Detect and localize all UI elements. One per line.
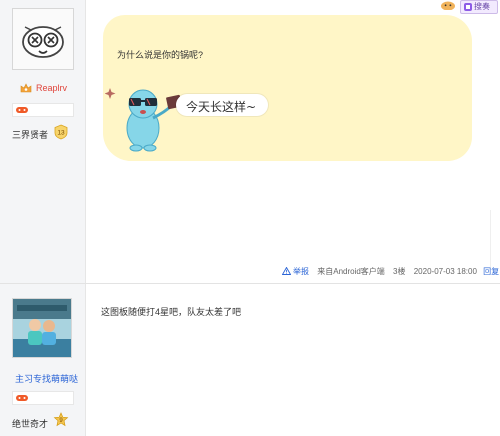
purple-icon <box>464 3 472 11</box>
post-footer: 举报 来自Android客户端 3楼 2020-07-03 18:00 回复 <box>282 266 499 277</box>
avatar[interactable] <box>12 298 72 358</box>
user-name[interactable]: 主习专找萌萌哒 <box>15 372 78 385</box>
user-title: 三界贤者 <box>12 130 49 140</box>
level-badge-icon: 9 <box>53 412 69 427</box>
post-content: 这图板随便打4星吧，队友太差了吧 <box>101 307 242 317</box>
post-time: 2020-07-03 18:00 <box>413 267 477 276</box>
avatar-photo <box>13 299 71 357</box>
scroll-track <box>490 210 491 270</box>
floor-number: 3楼 <box>393 267 406 276</box>
crown-icon <box>20 83 32 93</box>
avatar[interactable] <box>12 8 74 70</box>
post-content: 为什么说是你的锅呢? <box>117 50 204 60</box>
user-title: 绝世奇才 <box>12 419 49 429</box>
warning-icon <box>282 267 291 275</box>
user-name[interactable]: Reaplrv <box>36 83 67 93</box>
level-value: 13 <box>57 130 65 137</box>
reply-link[interactable]: 回复 <box>483 267 499 276</box>
user-badges <box>12 391 74 405</box>
level-badge-icon: 13 <box>54 124 68 140</box>
user-badges <box>12 103 74 117</box>
sticker-caption-bubble: 今天长这样~ <box>176 94 268 116</box>
top-action-label: 搜奏 <box>474 2 490 11</box>
client-source[interactable]: 来自Android客户端 <box>317 267 385 276</box>
top-action-tab[interactable]: 搜奏 <box>460 0 498 14</box>
post-divider <box>0 283 500 284</box>
corner-emoji-icon <box>441 1 455 10</box>
report-link[interactable]: 举报 <box>293 267 309 276</box>
tieba-mini-icon <box>16 107 28 113</box>
avatar-doodle-face-icon <box>13 9 73 69</box>
sticker-caption: 今天长这样~ <box>186 100 257 114</box>
tieba-mini-icon <box>16 395 28 401</box>
thread-page: 搜奏 Reaplrv 三界贤者 13 为什么说是你的锅呢? 今天长这样~ 举报 … <box>0 0 500 436</box>
